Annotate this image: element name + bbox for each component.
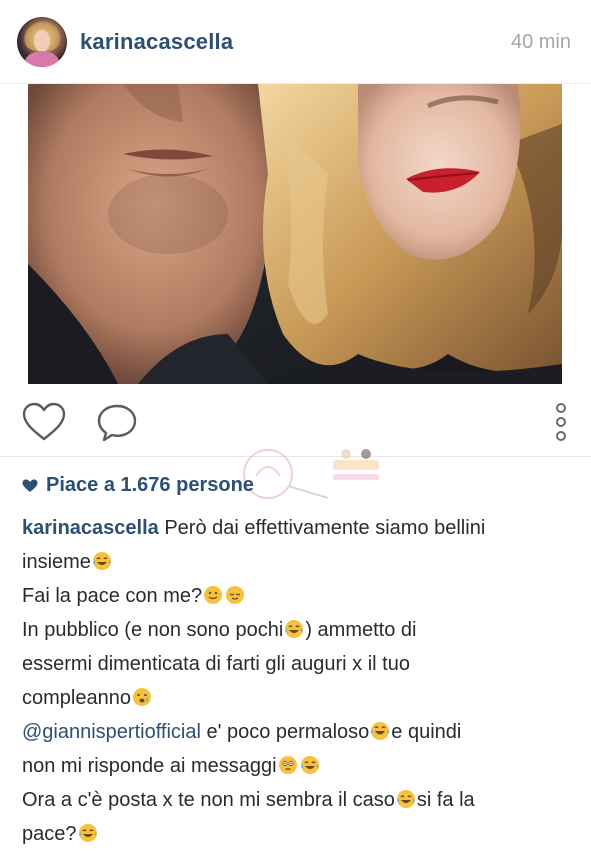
post-photo[interactable] [28,84,562,384]
laughing-emoji-icon [92,552,111,570]
laughing-emoji-icon [300,756,319,774]
laughing-emoji-icon [285,620,304,638]
likes-count[interactable]: Piace a 1.676 persone [22,474,254,497]
avatar[interactable] [17,17,67,67]
caption-line: Fai la pace con me? [22,579,582,613]
caption-line: essermi dimenticata di farti gli auguri … [22,647,582,681]
heart-filled-icon [22,479,38,492]
post-username[interactable]: karinacascella [80,29,233,55]
caption-text: Ora a c'è posta x te non mi sembra il ca… [22,789,395,811]
relieved-emoji-icon [226,586,245,604]
caption-text: ) ammetto di [305,619,417,641]
caption-line: pace? [22,817,582,851]
heart-outline-icon[interactable] [21,401,67,443]
post-timestamp: 40 min [510,31,571,53]
caption-text: pace? [22,823,77,845]
caption-text: e quindi [391,721,462,743]
caption-text: compleanno [22,687,131,709]
caption-line: non mi risponde ai messaggi [22,749,582,783]
caption-text: insieme [22,551,91,573]
post-caption: karinacascella Però dai effettivamente s… [22,511,582,851]
caption-text: si fa la [416,789,475,811]
caption-text: In pubblico (e non sono pochi [22,619,284,641]
flushed-emoji-icon [278,756,297,774]
caption-text: Però dai effettivamente siamo bellini [164,517,486,539]
laughing-emoji-icon [78,824,97,842]
caption-line: compleanno [22,681,582,715]
sleepy-emoji-icon [132,688,151,706]
caption-line: In pubblico (e non sono pochi ) ammetto d… [22,613,582,647]
post-header: karinacascella 40 min [0,0,591,84]
laughing-emoji-icon [396,790,415,808]
caption-text: non mi risponde ai messaggi [22,755,277,777]
caption-line: Ora a c'è posta x te non mi sembra il ca… [22,783,582,817]
caption-line: karinacascella Però dai effettivamente s… [22,511,582,545]
smiling-emoji-icon [204,586,223,604]
caption-text: e' poco permaloso [200,721,370,743]
caption-text: essermi dimenticata di farti gli auguri … [22,653,410,675]
caption-line: @giannispertiofficial e' poco permaloso e… [22,715,582,749]
comment-bubble-icon[interactable] [95,401,139,443]
caption-text: Fai la pace con me? [22,585,203,607]
watermark-logo [238,446,388,506]
likes-label: Piace a 1.676 persone [46,474,254,496]
vertical-dots-icon[interactable] [551,401,571,443]
caption-username[interactable]: karinacascella [22,517,159,539]
rofl-emoji-icon [370,722,390,740]
caption-line: insieme [22,545,582,579]
caption-mention[interactable]: @giannispertiofficial [22,721,201,743]
